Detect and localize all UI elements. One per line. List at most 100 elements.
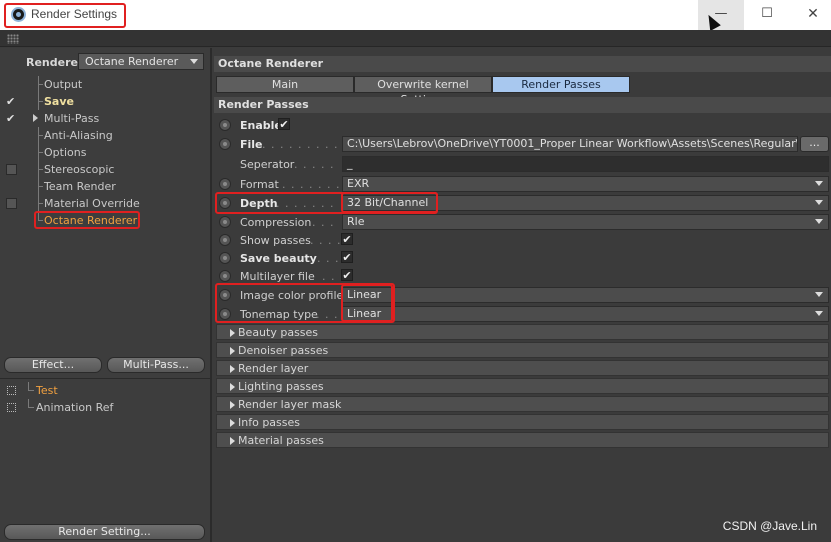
multilayer-file-checkbox[interactable]: ✔ <box>341 269 353 281</box>
save-beauty-label: Save beauty <box>240 252 317 265</box>
chevron-down-icon <box>815 219 823 224</box>
tree-item-multi-pass[interactable]: ✔ Multi-Pass <box>0 110 210 127</box>
tree-item-label: Stereoscopic <box>44 163 115 176</box>
tree-branch <box>38 84 43 85</box>
label-dots: . . . . . . . . . <box>282 178 340 191</box>
maximize-button[interactable]: ☐ <box>744 0 790 30</box>
octane-highlight-box <box>34 211 140 229</box>
tonemap-type-dropdown[interactable]: Linear <box>342 306 829 322</box>
prop-enable: Enable ✔ <box>214 116 831 134</box>
multilayer-file-label: Multilayer file <box>240 270 315 283</box>
show-passes-checkbox[interactable]: ✔ <box>341 233 353 245</box>
divider <box>0 378 210 379</box>
separator-input[interactable]: _ <box>342 156 829 172</box>
chevron-down-icon <box>815 200 823 205</box>
tree-item-options[interactable]: Options <box>0 144 210 161</box>
save-beauty-checkbox[interactable]: ✔ <box>341 251 353 263</box>
tab-render-passes[interactable]: Render Passes <box>492 76 630 93</box>
enabled-checkmark-icon[interactable]: ✔ <box>6 113 17 124</box>
compression-dropdown[interactable]: Rle <box>342 214 829 230</box>
enable-checkbox[interactable] <box>6 198 17 209</box>
animate-radio-icon[interactable] <box>219 178 231 190</box>
prop-format: Format . . . . . . . . . EXR <box>214 175 831 193</box>
compression-label: Compression <box>240 216 312 229</box>
group-label: Render layer <box>238 362 309 375</box>
effect-button[interactable]: Effect... <box>4 357 102 373</box>
tree-branch <box>38 152 43 153</box>
multi-pass-button[interactable]: Multi-Pass... <box>107 357 205 373</box>
renderer-dropdown[interactable]: Octane Renderer <box>78 53 204 70</box>
group-lighting-passes[interactable]: Lighting passes <box>216 378 829 394</box>
chevron-down-icon <box>190 59 198 64</box>
renderer-dropdown-value: Octane Renderer <box>85 55 179 68</box>
separator-label: Seperator <box>240 158 295 171</box>
expand-arrow-icon[interactable] <box>33 114 38 122</box>
tree-branch <box>28 407 34 408</box>
group-denoiser-passes[interactable]: Denoiser passes <box>216 342 829 358</box>
label-dots: . . . . . <box>308 252 340 265</box>
prop-file: File . . . . . . . . . . . . . C:\Users\… <box>214 135 831 153</box>
tree-item-label: Options <box>44 146 87 159</box>
group-render-layer[interactable]: Render layer <box>216 360 829 376</box>
tree-item-output[interactable]: Output <box>0 76 210 93</box>
tree-item-label: Material Override <box>44 197 140 210</box>
panel-grip-bar <box>0 30 831 47</box>
group-beauty-passes[interactable]: Beauty passes <box>216 324 829 340</box>
group-info-passes[interactable]: Info passes <box>216 414 829 430</box>
render-setting-icon <box>7 386 16 395</box>
animate-radio-icon[interactable] <box>219 270 231 282</box>
animate-radio-icon[interactable] <box>219 138 231 150</box>
label-dots: . . . . . <box>310 234 340 247</box>
tree-branch <box>38 101 43 102</box>
prop-separator: Seperator . . . . . . . _ <box>214 155 831 173</box>
enabled-checkmark-icon[interactable]: ✔ <box>6 96 17 107</box>
tab-main[interactable]: Main <box>216 76 354 93</box>
format-dropdown[interactable]: EXR <box>342 176 829 192</box>
file-path-input[interactable]: C:\Users\Lebrov\OneDrive\YT0001_Proper L… <box>342 136 798 152</box>
animate-radio-icon[interactable] <box>219 234 231 246</box>
compression-value: Rle <box>347 215 365 228</box>
group-material-passes[interactable]: Material passes <box>216 432 829 448</box>
preset-label: Test <box>36 384 58 397</box>
expand-arrow-icon <box>230 419 235 427</box>
format-label: Format <box>240 178 279 191</box>
show-passes-label: Show passes <box>240 234 311 247</box>
render-setting-icon <box>7 403 16 412</box>
preset-item-test[interactable]: Test <box>0 382 210 399</box>
tab-overwrite-kernel-settings[interactable]: Overwrite kernel Settings <box>354 76 492 106</box>
enable-checkbox[interactable]: ✔ <box>278 118 290 130</box>
tree-item-stereoscopic[interactable]: Stereoscopic <box>0 161 210 178</box>
tree-item-anti-aliasing[interactable]: Anti-Aliasing <box>0 127 210 144</box>
image-color-profile-dropdown[interactable]: Linear <box>342 287 829 303</box>
close-button[interactable]: ✕ <box>790 0 831 30</box>
expand-arrow-icon <box>230 437 235 445</box>
tree-item-material-override[interactable]: Material Override <box>0 195 210 212</box>
expand-arrow-icon <box>230 401 235 409</box>
grip-handle-icon[interactable] <box>7 34 19 44</box>
prop-compression: Compression . . . . Rle <box>214 213 831 231</box>
render-setting-button[interactable]: Render Setting... <box>4 524 205 540</box>
enable-checkbox[interactable] <box>6 164 17 175</box>
group-label: Info passes <box>238 416 300 429</box>
tree-branch <box>38 186 43 187</box>
right-panel: Octane Renderer Main Overwrite kernel Se… <box>214 48 831 542</box>
minimize-button[interactable]: — <box>698 0 744 30</box>
tree-item-label: Team Render <box>44 180 116 193</box>
linear-values-highlight-box <box>341 284 393 322</box>
animate-radio-icon[interactable] <box>219 216 231 228</box>
browse-file-button[interactable]: ... <box>800 136 829 152</box>
octane-renderer-header: Octane Renderer <box>214 56 831 72</box>
label-dots: . . . . . . . . . . . . . <box>262 138 340 151</box>
animate-radio-icon[interactable] <box>219 119 231 131</box>
prop-save-beauty: Save beauty . . . . . ✔ <box>214 249 831 267</box>
expand-arrow-icon <box>230 347 235 355</box>
group-render-layer-mask[interactable]: Render layer mask <box>216 396 829 412</box>
chevron-down-icon <box>815 311 823 316</box>
tree-item-save[interactable]: ✔ Save <box>0 93 210 110</box>
preset-item-animation-ref[interactable]: Animation Ref <box>0 399 210 416</box>
tree-branch <box>38 203 43 204</box>
tree-item-team-render[interactable]: Team Render <box>0 178 210 195</box>
chevron-down-icon <box>815 292 823 297</box>
group-label: Beauty passes <box>238 326 319 339</box>
animate-radio-icon[interactable] <box>219 252 231 264</box>
